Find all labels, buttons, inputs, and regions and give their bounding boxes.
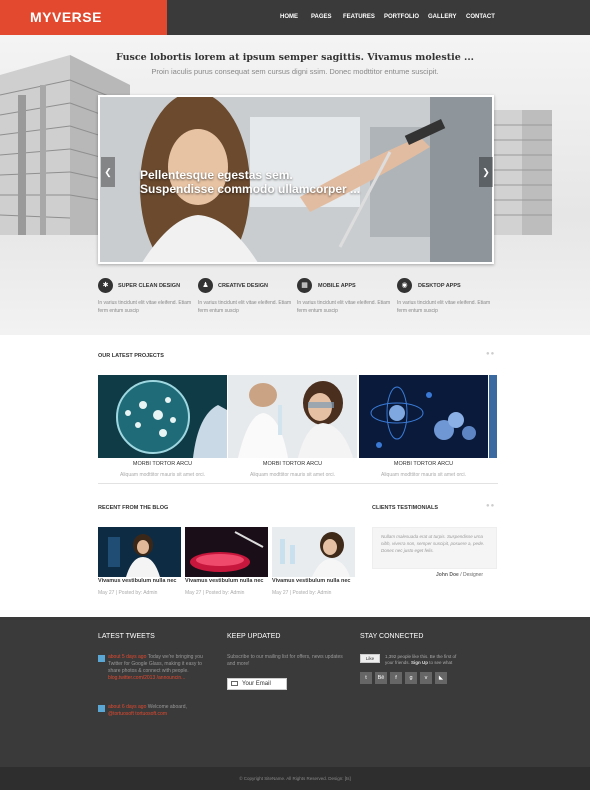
project-title[interactable]: MORBI TORTOR ARCU xyxy=(228,461,357,467)
nav-home[interactable]: HOME xyxy=(280,0,298,35)
project-text: Aliquam modttitor mauris sit amet orci. xyxy=(249,472,336,478)
site-logo[interactable]: MYVERSE xyxy=(0,0,167,35)
newsletter-text: Subscribe to our mailing list for offers… xyxy=(227,654,343,667)
globe-icon: ◉ xyxy=(397,278,412,293)
blog-post-title[interactable]: Vivamus vestibulum nulla nec xyxy=(272,578,350,584)
blog-image-scientist xyxy=(98,527,181,577)
testimonials-heading: CLIENTS TESTIMONIALS xyxy=(372,505,438,511)
blog-thumbnail[interactable] xyxy=(272,527,355,577)
blog-post-title[interactable]: Vivamus vestibulum nulla nec xyxy=(185,578,263,584)
projects-heading: OUR LATEST PROJECTS xyxy=(98,353,164,359)
building-right-image xyxy=(492,110,552,235)
tweet-time[interactable]: about 5 days ago xyxy=(108,654,146,660)
petri-dish-image xyxy=(98,375,227,458)
slider-prev-arrow[interactable]: ❮ xyxy=(101,157,115,187)
blog-image-researcher xyxy=(272,527,355,577)
tweet-link[interactable]: @tortuosoft tortuosoft.com xyxy=(108,711,167,717)
chevron-right-icon: ❯ xyxy=(482,167,490,177)
feature-title: DESKTOP APPS xyxy=(418,283,461,289)
project-text: Aliquam modttitor mauris sit amet orci. xyxy=(119,472,206,478)
tweet: about 6 days ago Welcome aboard, @tortuo… xyxy=(108,704,203,718)
gear-icon: ✱ xyxy=(98,278,113,293)
copyright: © Copyright SiteName. All Rights Reserve… xyxy=(0,767,590,790)
feature-text: In varius tincidunt elit vitae eleifend.… xyxy=(297,300,391,314)
hero-subtitle: Proin iaculis purus consequat sem cursus… xyxy=(151,67,439,76)
project-title[interactable]: MORBI TORTOR ARCU xyxy=(359,461,488,467)
tweet: about 5 days ago Today we're bringing yo… xyxy=(108,654,203,682)
projects-pager[interactable]: ●● xyxy=(486,351,495,357)
feature-title: CREATIVE DESIGN xyxy=(218,283,269,289)
envelope-icon xyxy=(231,681,238,686)
footer xyxy=(0,617,590,767)
testimonial-author: John Doe xyxy=(436,572,459,578)
divider xyxy=(98,483,498,484)
twitter-bird-icon xyxy=(98,655,105,662)
google-plus-icon[interactable]: g xyxy=(405,672,417,684)
testimonials-pager[interactable]: ●● xyxy=(486,503,495,509)
person-icon: ♟ xyxy=(198,278,213,293)
testimonial-quote: Nullam malesuada erat ut turpis. Suspend… xyxy=(372,527,497,569)
latest-tweets-heading: LATEST TWEETS xyxy=(98,633,155,640)
nav-gallery[interactable]: GALLERY xyxy=(428,0,456,35)
slide-caption: Pellentesque egestas sem. Suspendisse co… xyxy=(140,168,400,196)
testimonial-role: / Designer xyxy=(460,572,483,578)
hero-title: Fusce lobortis lorem at ipsum semper sag… xyxy=(116,52,474,63)
grid-icon: ▦ xyxy=(297,278,312,293)
nav-contact[interactable]: CONTACT xyxy=(466,0,495,35)
feature-text: In varius tincidunt elit vitae eleifend.… xyxy=(397,300,491,314)
feature-text: In varius tincidunt elit vitae eleifend.… xyxy=(198,300,292,314)
blog-thumbnail[interactable] xyxy=(185,527,268,577)
signup-link[interactable]: Sign Up xyxy=(411,660,428,665)
like-tail-text: to see what xyxy=(429,660,453,665)
project-thumbnail[interactable] xyxy=(228,375,357,458)
feature-title: SUPER CLEAN DESIGN xyxy=(118,283,181,289)
stay-connected-heading: STAY CONNECTED xyxy=(360,633,424,640)
project-thumbnail[interactable] xyxy=(359,375,488,458)
twitter-bird-icon xyxy=(98,705,105,712)
nav-pages[interactable]: PAGES xyxy=(311,0,332,35)
blog-post-title[interactable]: Vivamus vestibulum nulla nec xyxy=(98,578,176,584)
scientists-image xyxy=(228,375,357,458)
chevron-left-icon: ❮ xyxy=(104,167,112,177)
tweet-text: Welcome aboard, xyxy=(147,704,187,710)
slider-next-arrow[interactable]: ❯ xyxy=(479,157,493,187)
project-text: Aliquam modttitor mauris sit amet orci. xyxy=(380,472,467,478)
blog-thumbnail[interactable] xyxy=(98,527,181,577)
nav-portfolio[interactable]: PORTFOLIO xyxy=(384,0,419,35)
feature-text: In varius tincidunt elit vitae eleifend.… xyxy=(98,300,192,314)
feature-title: MOBILE APPS xyxy=(318,283,356,289)
testimonial-author-line: John Doe / Designer xyxy=(372,572,483,578)
blog-post-meta: May 27 | Posted by: Admin xyxy=(185,590,245,596)
tweet-time[interactable]: about 6 days ago xyxy=(108,704,146,710)
project-thumbnail[interactable] xyxy=(98,375,227,458)
twitter-icon[interactable]: t xyxy=(360,672,372,684)
vimeo-icon[interactable]: v xyxy=(420,672,432,684)
keep-updated-heading: KEEP UPDATED xyxy=(227,633,281,640)
facebook-like-button[interactable]: Like xyxy=(360,654,380,663)
blog-post-meta: May 27 | Posted by: Admin xyxy=(272,590,332,596)
behance-icon[interactable]: Bē xyxy=(375,672,387,684)
molecule-image xyxy=(359,375,488,458)
slide-caption-line1: Pellentesque egestas sem. xyxy=(140,168,293,182)
blog-heading: RECENT FROM THE BLOG xyxy=(98,505,169,511)
blog-image-lab xyxy=(185,527,268,577)
nav-features[interactable]: FEATURES xyxy=(343,0,375,35)
slide-caption-line2: Suspendisse commodo ullamcorper ... xyxy=(140,182,361,196)
project-thumbnail-peek xyxy=(489,375,497,458)
project-title[interactable]: MORBI TORTOR ARCU xyxy=(98,461,227,467)
tweet-link[interactable]: blog.twitter.com/2013 /announcin... xyxy=(108,675,185,681)
rss-icon[interactable]: ◣ xyxy=(435,672,447,684)
facebook-icon[interactable]: f xyxy=(390,672,402,684)
blog-post-meta: May 27 | Posted by: Admin xyxy=(98,590,158,596)
facebook-like-text: 1,392 people like this. Be the first of … xyxy=(385,654,465,666)
